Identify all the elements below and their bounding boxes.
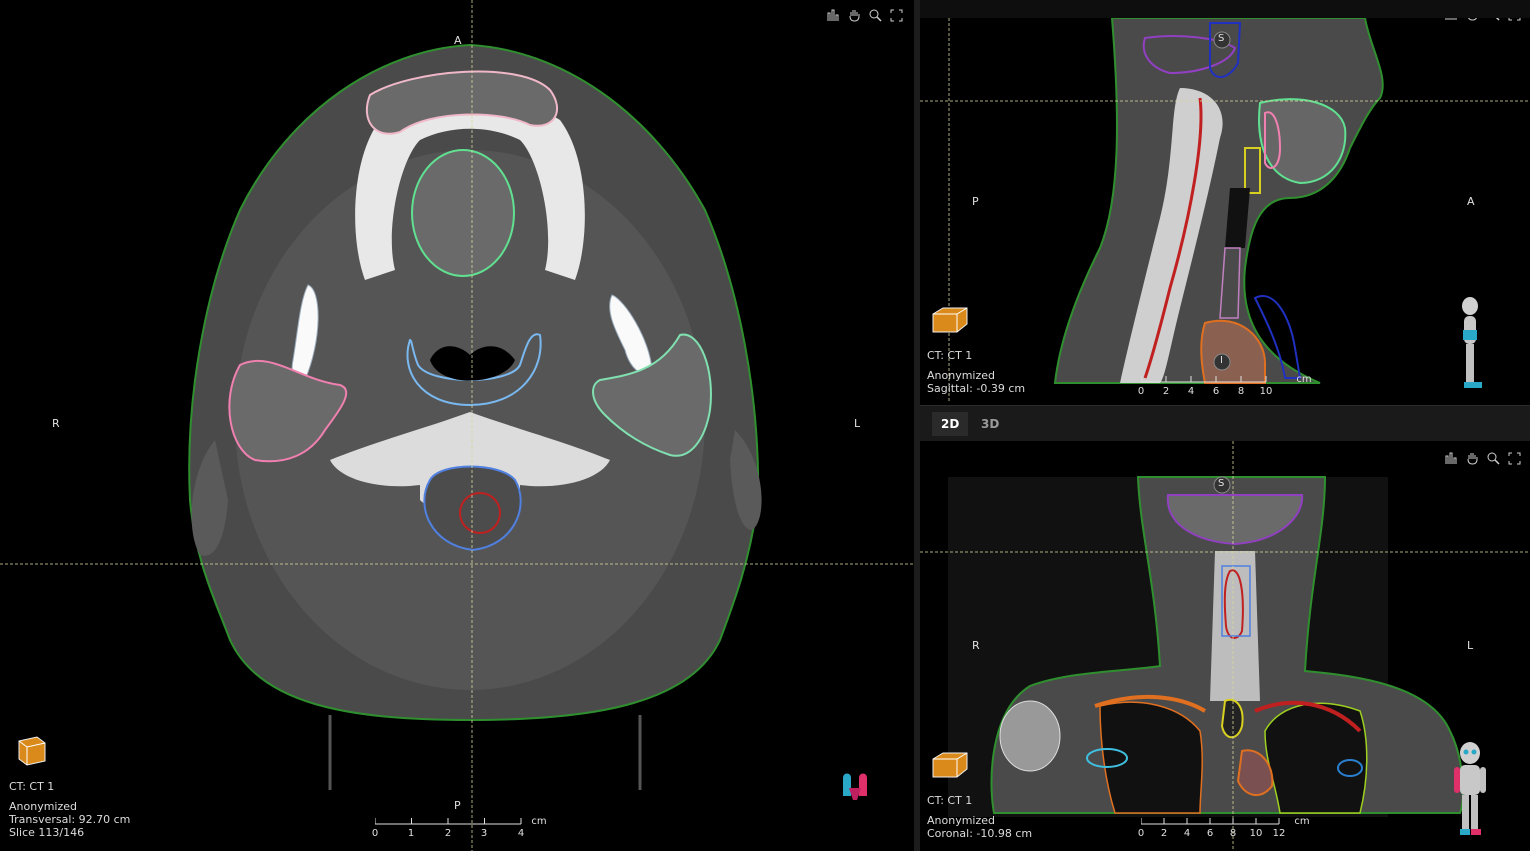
pan-icon[interactable] xyxy=(847,8,862,23)
pan-icon[interactable] xyxy=(1465,451,1480,466)
zoom-icon[interactable] xyxy=(1486,18,1501,22)
axial-ct-image xyxy=(0,0,914,851)
sagittal-scale-tick: 6 xyxy=(1212,386,1220,397)
maximize-icon[interactable] xyxy=(889,8,904,23)
tab-2d[interactable]: 2D xyxy=(932,412,969,436)
sagittal-position-label: Sagittal: -0.39 cm xyxy=(927,382,1026,395)
sagittal-patient-figure-icon xyxy=(1462,297,1482,388)
coronal-scale-tick: 4 xyxy=(1183,828,1191,839)
axial-scale-unit: cm xyxy=(531,816,547,827)
pan-icon[interactable] xyxy=(1465,18,1480,22)
axial-ct-table xyxy=(328,715,642,790)
axial-scale-tick: 3 xyxy=(480,828,488,839)
coronal-marker-top: S xyxy=(1218,478,1225,489)
sagittal-scale-tick: 8 xyxy=(1237,386,1245,397)
axial-oral-cavity xyxy=(411,149,515,277)
tab-3d[interactable]: 3D xyxy=(972,412,1008,436)
coronal-scale-tick: 2 xyxy=(1160,828,1168,839)
sagittal-scale-tick: 10 xyxy=(1259,386,1273,397)
axial-series-label: CT: CT 1 xyxy=(9,780,55,793)
axial-scale-bar: 0 1 2 3 4 cm xyxy=(371,816,547,842)
sagittal-scale-unit: cm xyxy=(1296,374,1312,385)
view-mode-tabs: 2D 3D xyxy=(920,405,1530,443)
axial-orientation-right: L xyxy=(854,417,861,430)
sagittal-orientation-left: P xyxy=(972,195,979,208)
zoom-icon[interactable] xyxy=(868,8,883,23)
axial-slice-label: Slice 113/146 xyxy=(9,826,85,839)
sagittal-series-label: CT: CT 1 xyxy=(927,349,973,362)
coronal-scale-tick: 12 xyxy=(1272,828,1286,839)
coronal-scale-tick: 0 xyxy=(1137,828,1145,839)
coronal-lung-left xyxy=(1264,702,1368,814)
coronal-scale-bar: 0 2 4 6 8 10 12 cm xyxy=(1137,816,1321,842)
coronal-series-label: CT: CT 1 xyxy=(927,794,973,807)
sagittal-patient-label: Anonymized xyxy=(927,369,996,382)
coronal-spine xyxy=(1210,551,1260,701)
maximize-icon[interactable] xyxy=(1507,18,1522,22)
coronal-lung-right xyxy=(1099,701,1203,814)
axial-position-label: Transversal: 92.70 cm xyxy=(9,813,131,826)
coronal-trachea xyxy=(1220,698,1244,739)
coronal-scale-tick: 10 xyxy=(1249,828,1263,839)
window-level-icon[interactable] xyxy=(1444,18,1459,22)
coronal-viewport[interactable]: S R L CT: CT 1 Anonymized Coronal: -10.9… xyxy=(920,441,1530,851)
axial-scale-tick: 2 xyxy=(444,828,452,839)
zoom-icon[interactable] xyxy=(1486,451,1501,466)
window-level-icon[interactable] xyxy=(826,8,841,23)
sagittal-scale-bar: 0 2 4 6 8 10 cm xyxy=(1137,374,1312,400)
coronal-info-overlay: CT: CT 1 Anonymized Coronal: -10.98 cm xyxy=(927,794,1032,840)
axial-info-overlay: CT: CT 1 Anonymized Transversal: 92.70 c… xyxy=(9,780,130,839)
maximize-icon[interactable] xyxy=(1507,451,1522,466)
coronal-orientation-cube-icon[interactable] xyxy=(931,751,969,779)
sagittal-viewport[interactable]: S I P A CT: CT 1 Anonymized Sagittal: -0… xyxy=(920,18,1530,402)
coronal-position-label: Coronal: -10.98 cm xyxy=(927,827,1033,840)
coronal-patient-figure-icon xyxy=(1454,742,1486,835)
sagittal-ct-image xyxy=(920,18,1530,402)
axial-scale-tick: 0 xyxy=(371,828,379,839)
sagittal-toolbar xyxy=(1444,18,1522,22)
axial-orientation-top: A xyxy=(454,34,462,47)
axial-orientation-left: R xyxy=(52,417,60,430)
sagittal-orientation-cube-icon[interactable] xyxy=(931,306,969,334)
axial-patient-label: Anonymized xyxy=(9,800,78,813)
sagittal-scale-tick: 0 xyxy=(1137,386,1145,397)
coronal-ct-image xyxy=(920,441,1530,851)
axial-scale-tick: 4 xyxy=(517,828,525,839)
sagittal-orientation-right: A xyxy=(1467,195,1475,208)
sagittal-scale-tick: 4 xyxy=(1187,386,1195,397)
sagittal-info-overlay: CT: CT 1 Anonymized Sagittal: -0.39 cm xyxy=(927,349,1025,395)
axial-orientation-bottom: P xyxy=(454,799,461,812)
coronal-orientation-left: R xyxy=(972,639,980,652)
axial-orientation-cube-icon[interactable] xyxy=(15,733,49,767)
axial-viewport[interactable]: A P R L CT: CT 1 Anonymized Transversal:… xyxy=(0,0,914,851)
sagittal-header-strip xyxy=(920,0,1530,18)
coronal-scale-unit: cm xyxy=(1294,816,1310,827)
coronal-humerus-right xyxy=(999,700,1061,772)
sagittal-scale-tick: 2 xyxy=(1162,386,1170,397)
coronal-scale-tick: 6 xyxy=(1206,828,1214,839)
coronal-orientation-right: L xyxy=(1467,639,1474,652)
coronal-patient-label: Anonymized xyxy=(927,814,996,827)
axial-scale-tick: 1 xyxy=(407,828,415,839)
coronal-toolbar xyxy=(1444,451,1522,466)
sagittal-marker-top: S xyxy=(1218,33,1225,44)
coronal-scale-tick: 8 xyxy=(1229,828,1237,839)
sagittal-marker-bottom: I xyxy=(1220,355,1223,366)
patient-figure-icon xyxy=(843,773,867,800)
axial-toolbar xyxy=(826,8,904,23)
window-level-icon[interactable] xyxy=(1444,451,1459,466)
